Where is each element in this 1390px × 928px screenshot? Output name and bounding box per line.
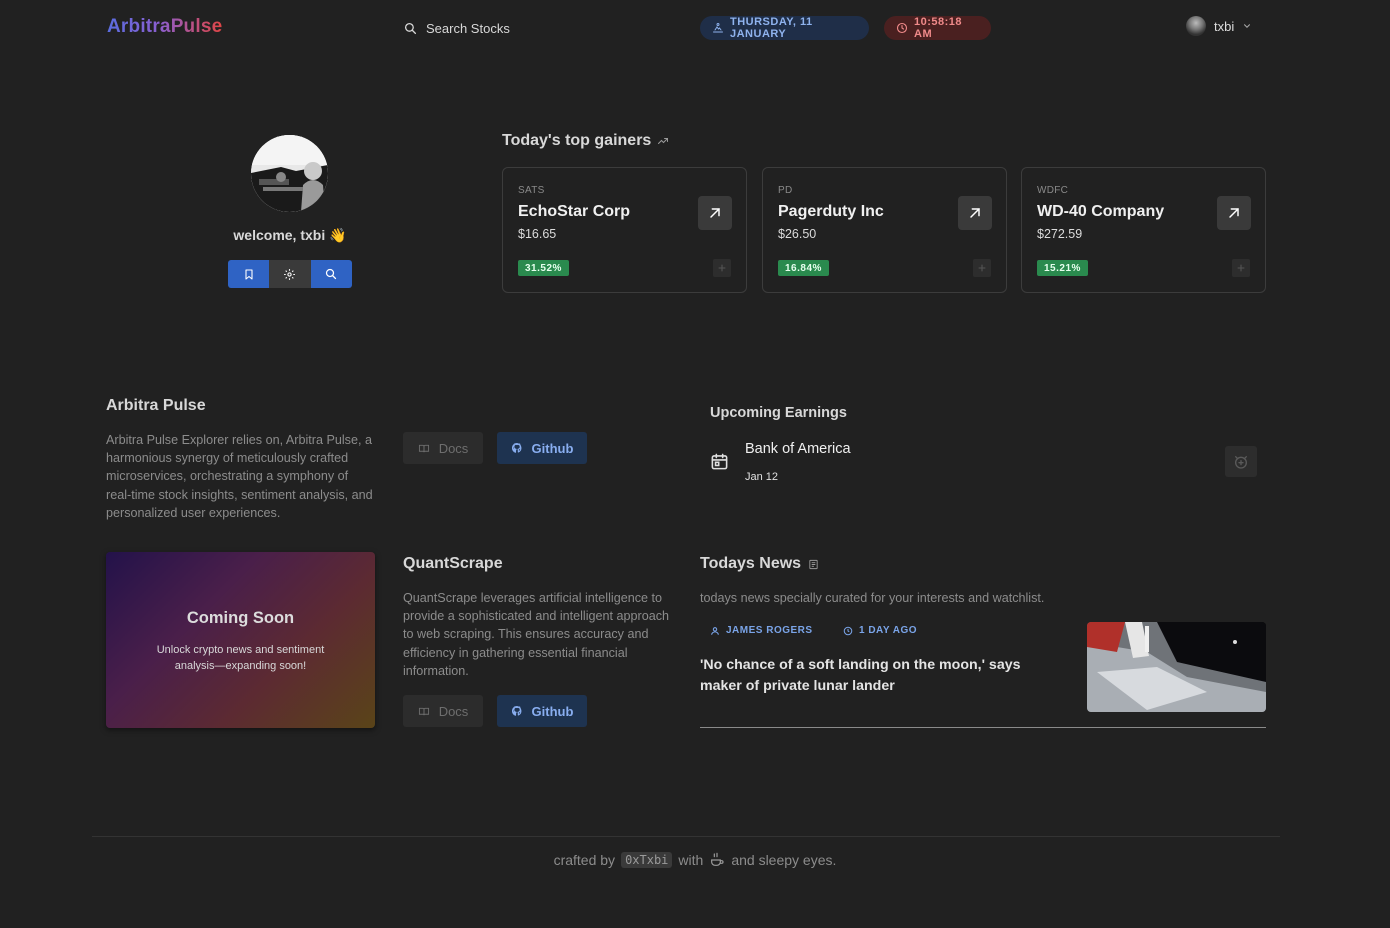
username: txbi [1214, 18, 1235, 34]
footer: crafted by 0xTxbi with and sleepy eyes. [0, 852, 1390, 868]
search-label: Search Stocks [426, 20, 510, 36]
user-menu[interactable]: txbi [1186, 16, 1252, 36]
coming-soon-subtitle: Unlock crypto news and sentiment analysi… [156, 644, 325, 672]
news-age: 1 DAY AGO [843, 625, 917, 636]
arrow-up-right-icon [707, 205, 723, 221]
open-stock-button[interactable] [1217, 196, 1251, 230]
company-name: WD-40 Company [1037, 203, 1165, 220]
footer-handle[interactable]: 0xTxbi [621, 852, 673, 868]
app-logo[interactable]: ArbitraPulse [107, 16, 222, 38]
time-badge: 10:58:18 AM [884, 16, 991, 40]
change-badge: 16.84% [778, 260, 829, 276]
docs-label: Docs [438, 703, 469, 719]
quantscrape-title: QuantScrape [403, 555, 503, 572]
coming-soon-card: Coming Soon Unlock crypto news and senti… [106, 552, 375, 728]
gainer-card[interactable]: PD Pagerduty Inc $26.50 16.84% [762, 167, 1007, 293]
company-name: EchoStar Corp [518, 203, 631, 220]
stock-symbol: PD [778, 185, 793, 196]
clock-icon [843, 626, 853, 636]
coffee-icon [709, 852, 725, 868]
calendar-icon [710, 452, 729, 471]
bookmark-button[interactable] [228, 260, 270, 288]
github-icon [511, 442, 523, 454]
github-label: Github [531, 440, 574, 456]
stock-price: $26.50 [778, 227, 817, 241]
arbitra-pulse-description: Arbitra Pulse Explorer relies on, Arbitr… [106, 433, 373, 520]
coming-soon-title: Coming Soon [186, 609, 295, 627]
docs-label: Docs [438, 440, 469, 456]
plus-icon [717, 263, 727, 273]
profile-action-group [228, 260, 352, 288]
news-author[interactable]: JAMES ROGERS [710, 625, 813, 636]
plus-icon [1236, 263, 1246, 273]
footer-prefix: crafted by [553, 852, 616, 868]
avatar [1186, 16, 1206, 36]
change-badge: 31.52% [518, 260, 569, 276]
github-icon [511, 705, 523, 717]
github-label: Github [531, 703, 574, 719]
arrow-up-right-icon [967, 205, 983, 221]
time-text: 10:58:18 AM [914, 16, 963, 40]
todays-news-title: Todays News [700, 555, 802, 572]
search-icon [404, 22, 417, 35]
profile-picture [251, 135, 328, 212]
landscape-icon [712, 22, 724, 34]
date-text: THURSDAY, 11 JANUARY [730, 16, 813, 40]
arbitra-docs-button[interactable]: Docs [403, 432, 483, 464]
todays-news-heading: Todays News [700, 555, 819, 573]
chevron-down-icon [1242, 21, 1252, 31]
open-stock-button[interactable] [958, 196, 992, 230]
date-badge: THURSDAY, 11 JANUARY [700, 16, 869, 40]
book-icon [418, 706, 430, 717]
gainer-card[interactable]: WDFC WD-40 Company $272.59 15.21% [1021, 167, 1266, 293]
open-stock-button[interactable] [698, 196, 732, 230]
alarm-icon [1233, 454, 1249, 470]
bookmark-icon [243, 268, 255, 281]
clock-icon [896, 22, 908, 34]
quantscrape-docs-button[interactable]: Docs [403, 695, 483, 727]
company-name: Pagerduty Inc [778, 203, 884, 220]
stock-symbol: SATS [518, 185, 545, 196]
welcome-message: welcome, txbi 👋 [233, 227, 347, 243]
stock-price: $272.59 [1037, 227, 1083, 241]
trend-up-icon [657, 135, 669, 147]
author-name: JAMES ROGERS [726, 625, 813, 636]
arbitra-github-button[interactable]: Github [497, 432, 587, 464]
top-gainers-heading: Today's top gainers [502, 132, 669, 150]
upcoming-earnings-title: Upcoming Earnings [710, 405, 847, 421]
arbitra-pulse-title: Arbitra Pulse [106, 397, 206, 414]
quantscrape-description: QuantScrape leverages artificial intelli… [403, 591, 670, 678]
add-watchlist-button[interactable] [973, 259, 991, 277]
search-button[interactable] [310, 260, 352, 288]
footer-with: with [678, 852, 704, 868]
add-watchlist-button[interactable] [1232, 259, 1250, 277]
book-icon [418, 443, 430, 454]
news-divider [700, 727, 1266, 728]
footer-divider [92, 836, 1280, 837]
search-stocks-button[interactable]: Search Stocks [404, 14, 510, 42]
news-headline-link[interactable]: 'No chance of a soft landing on the moon… [700, 655, 1060, 697]
news-age-text: 1 DAY AGO [859, 625, 918, 636]
search-icon [325, 268, 337, 280]
plus-icon [977, 263, 987, 273]
add-watchlist-button[interactable] [713, 259, 731, 277]
set-reminder-button[interactable] [1225, 446, 1257, 477]
change-badge: 15.21% [1037, 260, 1088, 276]
earnings-company: Bank of America [745, 441, 851, 457]
stock-price: $16.65 [518, 227, 557, 241]
settings-button[interactable] [269, 260, 311, 288]
todays-news-subtitle: todays news specially curated for your i… [700, 591, 1045, 605]
news-thumbnail[interactable] [1087, 622, 1266, 712]
quantscrape-github-button[interactable]: Github [497, 695, 587, 727]
newspaper-icon [808, 559, 819, 570]
gear-icon [283, 268, 296, 281]
stock-symbol: WDFC [1037, 185, 1069, 196]
top-gainers-title: Today's top gainers [502, 132, 652, 149]
footer-suffix: and sleepy eyes. [731, 852, 837, 868]
earnings-date: Jan 12 [745, 471, 779, 483]
user-icon [710, 626, 720, 636]
gainer-card[interactable]: SATS EchoStar Corp $16.65 31.52% [502, 167, 747, 293]
arrow-up-right-icon [1226, 205, 1242, 221]
